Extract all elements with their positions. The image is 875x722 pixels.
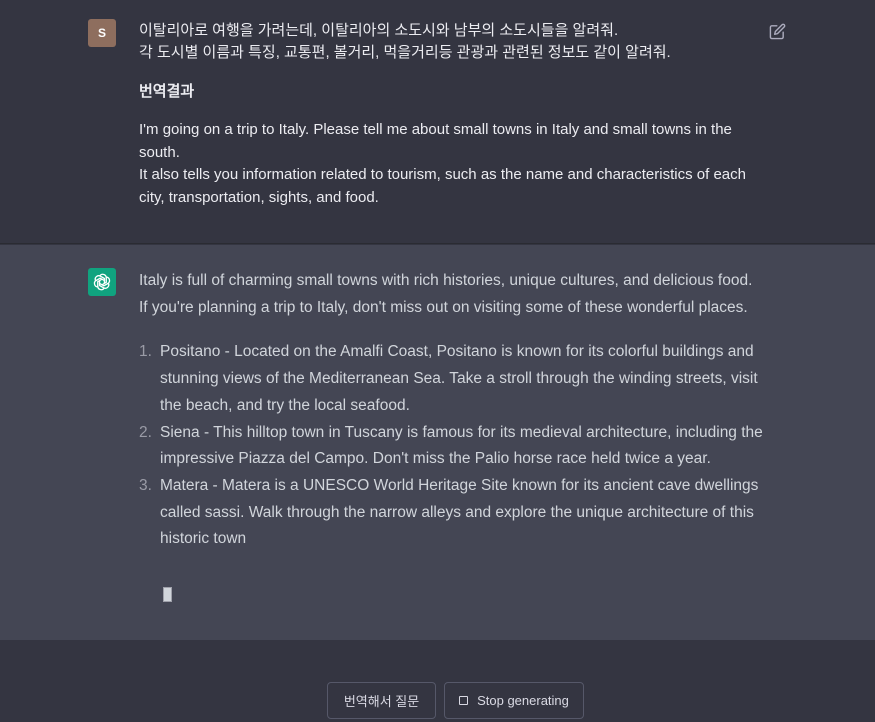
assistant-avatar [88, 268, 116, 296]
list-item-text: Matera - Matera is a UNESCO World Herita… [160, 476, 759, 548]
user-avatar: S [88, 19, 116, 47]
assistant-message-text: Italy is full of charming small towns wi… [139, 268, 764, 553]
openai-logo-icon [93, 273, 111, 291]
translation-text: I'm going on a trip to Italy. Please tel… [139, 119, 764, 209]
translate-ask-button[interactable]: 번역해서 질문 [327, 682, 436, 719]
stop-generating-button[interactable]: Stop generating [444, 682, 584, 719]
user-message: S 이탈리아로 여행을 가려는데, 이탈리아의 소도시와 남부의 소도시들을 알… [0, 0, 875, 244]
edit-icon[interactable] [769, 23, 786, 40]
user-message-line: 이탈리아로 여행을 가려는데, 이탈리아의 소도시와 남부의 소도시들을 알려줘… [139, 22, 619, 39]
list-item-text: Positano - Located on the Amalfi Coast, … [160, 343, 758, 414]
list-item-text: Siena - This hilltop town in Tuscany is … [160, 423, 763, 468]
translation-heading: 번역결과 [139, 83, 195, 100]
list-item: 1. Positano - Located on the Amalfi Coas… [139, 339, 764, 419]
town-list: 1. Positano - Located on the Amalfi Coas… [139, 339, 764, 553]
list-item-number: 1. [139, 343, 152, 361]
translation-paragraph: I'm going on a trip to Italy. Please tel… [139, 121, 732, 161]
user-message-text: 이탈리아로 여행을 가려는데, 이탈리아의 소도시와 남부의 소도시들을 알려줘… [139, 20, 764, 209]
list-item: 3. Matera - Matera is a UNESCO World Her… [139, 473, 764, 553]
user-message-line: 각 도시별 이름과 특징, 교통편, 볼거리, 먹을거리등 관광과 관련된 정보… [139, 44, 671, 61]
translate-ask-label: 번역해서 질문 [343, 694, 420, 709]
typing-cursor [163, 587, 172, 602]
chat-window: S 이탈리아로 여행을 가려는데, 이탈리아의 소도시와 남부의 소도시들을 알… [0, 0, 875, 722]
translation-paragraph: It also tells you information related to… [139, 166, 746, 206]
list-item-number: 2. [139, 423, 152, 441]
assistant-intro: Italy is full of charming small towns wi… [139, 272, 753, 316]
user-avatar-initial: S [97, 26, 106, 40]
list-item-number: 3. [139, 476, 152, 494]
list-item: 2. Siena - This hilltop town in Tuscany … [139, 420, 764, 473]
stop-generating-label: Stop generating [477, 693, 569, 708]
input-area [0, 640, 875, 722]
square-stop-icon [459, 696, 469, 705]
